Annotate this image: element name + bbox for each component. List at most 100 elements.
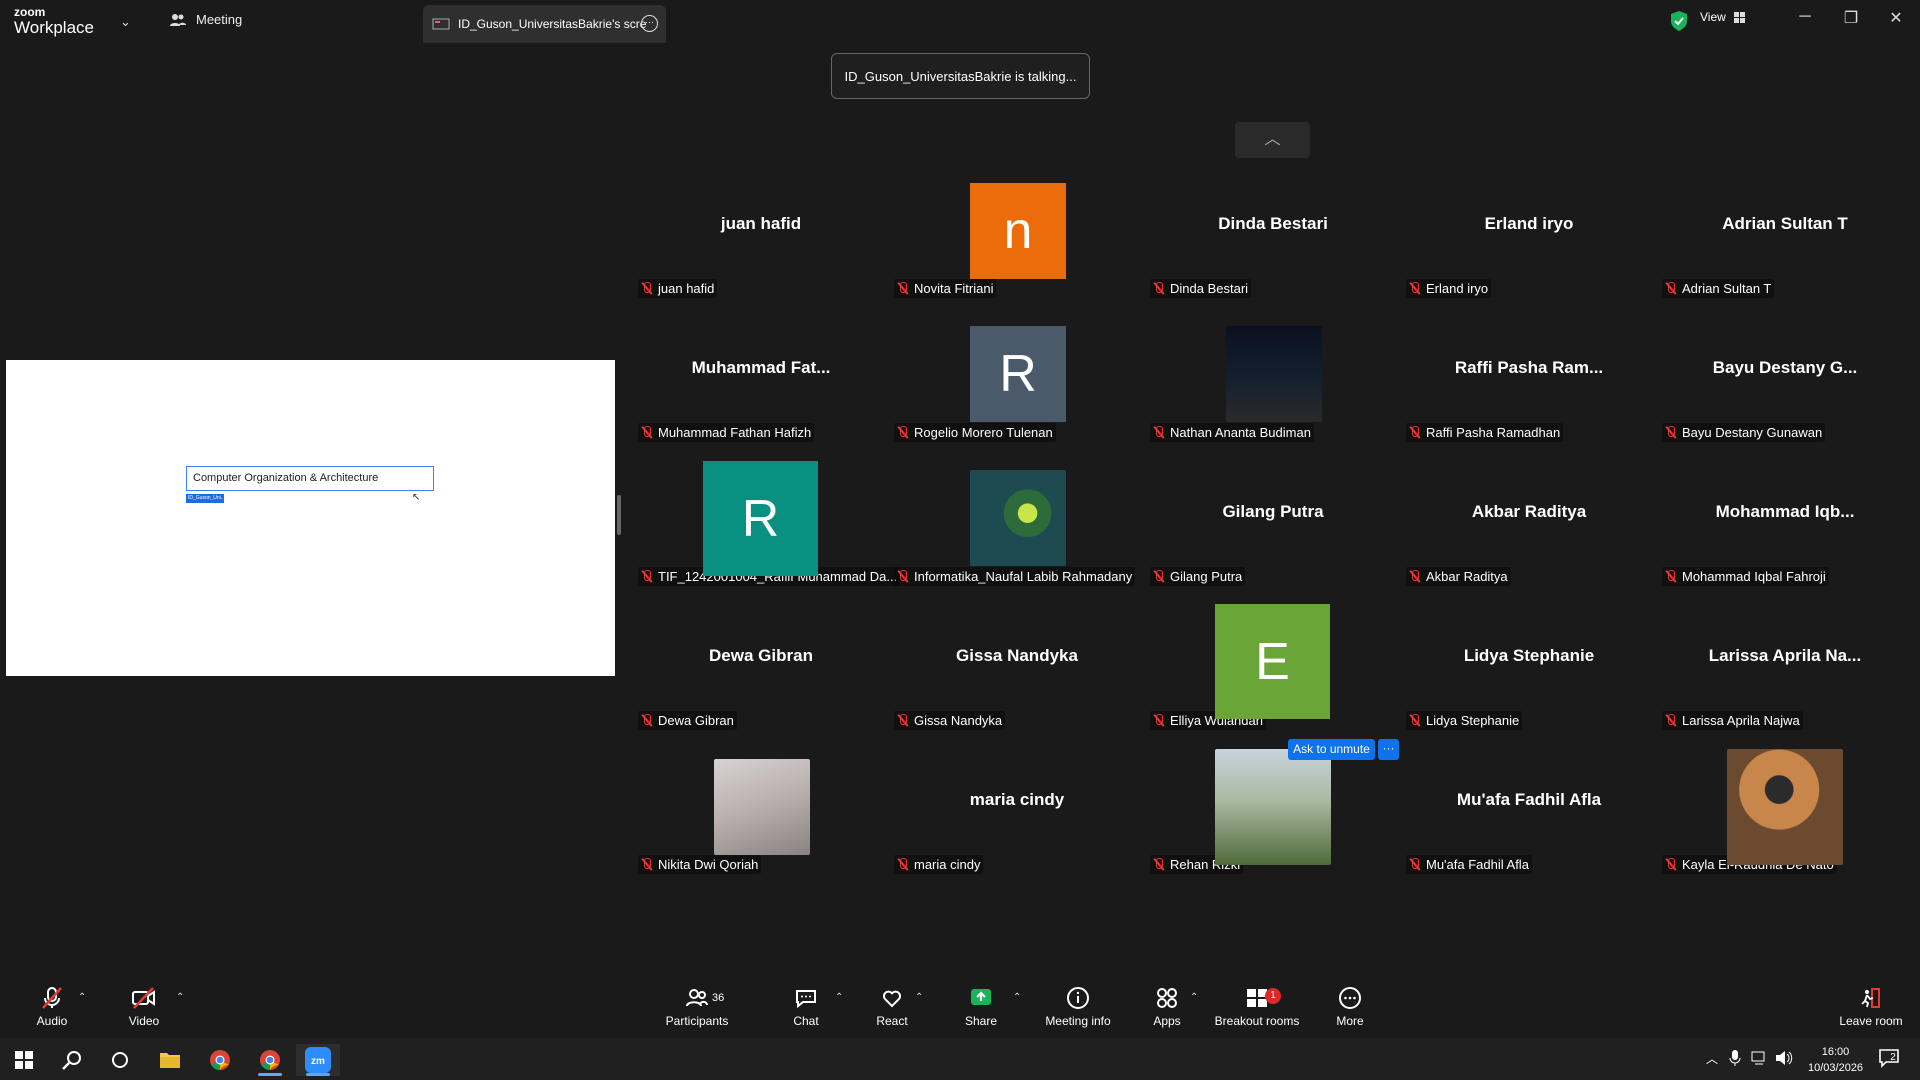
tab-meeting[interactable]: Meeting bbox=[170, 12, 242, 27]
tab-screen-share[interactable]: ID_Guson_UniversitasBakrie's scre ··· bbox=[423, 5, 666, 43]
minimize-icon[interactable]: ─ bbox=[1790, 8, 1820, 26]
chrome-icon[interactable] bbox=[198, 1044, 242, 1076]
react-button[interactable]: React bbox=[847, 986, 937, 1028]
chat-options-caret-icon[interactable]: ⌃ bbox=[835, 992, 843, 1003]
video-label: Video bbox=[128, 1014, 160, 1028]
chrome-profile-icon[interactable] bbox=[248, 1044, 292, 1076]
participants-count: 36 bbox=[712, 992, 725, 1004]
mic-muted-icon bbox=[641, 426, 652, 439]
apps-icon bbox=[1157, 988, 1177, 1008]
more-button[interactable]: More bbox=[1305, 986, 1395, 1028]
more-label: More bbox=[1336, 1014, 1364, 1028]
mic-muted-icon bbox=[1409, 426, 1420, 439]
participant-tile[interactable]: Gissa Nandyka Gissa Nandyka bbox=[892, 592, 1142, 732]
mic-muted-icon bbox=[1153, 570, 1164, 583]
participant-display-name: Gilang Putra bbox=[1222, 502, 1324, 521]
splitter-handle[interactable] bbox=[617, 495, 621, 535]
video-off-icon bbox=[132, 987, 155, 1009]
participant-video-photo bbox=[1215, 749, 1331, 865]
participant-name-label: Bayu Destany Gunawan bbox=[1662, 423, 1826, 442]
participant-display-name: juan hafid bbox=[720, 214, 802, 233]
restore-icon[interactable]: ❐ bbox=[1836, 8, 1866, 28]
mic-muted-icon bbox=[1665, 426, 1676, 439]
participant-tile[interactable]: juan hafid juan hafid bbox=[636, 160, 886, 300]
participant-tile[interactable]: Mu'afa Fadhil Afla Mu'afa Fadhil Afla bbox=[1404, 736, 1654, 876]
participant-tile[interactable]: Larissa Aprila Na... Larissa Aprila Najwa bbox=[1660, 592, 1910, 732]
participant-tile[interactable]: Mohammad Iqb... Mohammad Iqbal Fahroji bbox=[1660, 448, 1910, 588]
meeting-info-button[interactable]: Meeting info bbox=[1033, 986, 1123, 1028]
zoom-workplace-logo[interactable]: zoom Workplace bbox=[14, 6, 124, 38]
title-bar: zoom Workplace ⌄ Meeting ID_Guson_Univer… bbox=[0, 0, 1920, 44]
network-icon[interactable] bbox=[1751, 1051, 1769, 1065]
mic-muted-icon bbox=[897, 714, 908, 727]
breakout-rooms-badge: 1 bbox=[1265, 988, 1281, 1004]
participant-tile[interactable]: Erland iryo Erland iryo bbox=[1404, 160, 1654, 300]
participant-name-text: Muhammad Fathan Hafizh bbox=[658, 425, 812, 440]
video-options-caret-icon[interactable]: ⌃ bbox=[176, 992, 184, 1003]
participant-name-text: Nikita Dwi Qoriah bbox=[658, 857, 759, 872]
tab-screen-share-label: ID_Guson_UniversitasBakrie's scre bbox=[458, 17, 647, 31]
close-icon[interactable]: ✕ bbox=[1881, 8, 1911, 28]
participant-name-label: Larissa Aprila Najwa bbox=[1662, 711, 1803, 730]
mic-muted-icon bbox=[1153, 282, 1164, 295]
participant-display-name: Lidya Stephanie bbox=[1463, 646, 1595, 665]
participants-icon bbox=[170, 13, 186, 26]
participants-button[interactable]: Participants bbox=[652, 986, 742, 1028]
mic-muted-icon bbox=[1153, 714, 1164, 727]
participant-name-label: Adrian Sultan T bbox=[1662, 279, 1775, 298]
react-options-caret-icon[interactable]: ⌃ bbox=[915, 992, 923, 1003]
participant-tile[interactable]: Akbar Raditya Akbar Raditya bbox=[1404, 448, 1654, 588]
task-view-icon[interactable] bbox=[98, 1044, 142, 1076]
show-hidden-icons-icon[interactable]: ︿ bbox=[1706, 1050, 1718, 1067]
participant-display-name: Dewa Gibran bbox=[709, 646, 813, 665]
heart-react-icon bbox=[882, 990, 902, 1008]
shared-screen-view[interactable]: Computer Organization & Architecture ID_… bbox=[6, 360, 615, 676]
breakout-rooms-button[interactable]: Breakout rooms bbox=[1212, 986, 1302, 1028]
encryption-shield-icon[interactable] bbox=[1668, 10, 1690, 32]
share-options-caret-icon[interactable]: ⌃ bbox=[1013, 992, 1021, 1003]
participant-display-name: maria cindy bbox=[969, 790, 1065, 809]
more-icon bbox=[1339, 987, 1361, 1009]
chevron-up-icon[interactable]: ︿ bbox=[1235, 122, 1310, 158]
participant-display-name: Raffi Pasha Ram... bbox=[1454, 358, 1604, 377]
participant-name-text: Mohammad Iqbal Fahroji bbox=[1682, 569, 1826, 584]
microphone-tray-icon[interactable] bbox=[1729, 1050, 1741, 1066]
mic-muted-icon bbox=[897, 282, 908, 295]
participant-tile[interactable]: Dinda Bestari Dinda Bestari bbox=[1148, 160, 1398, 300]
participant-name-text: Gilang Putra bbox=[1170, 569, 1243, 584]
participant-video-photo bbox=[1226, 326, 1322, 422]
participant-tile[interactable]: Adrian Sultan T Adrian Sultan T bbox=[1660, 160, 1910, 300]
participant-tile[interactable]: Lidya Stephanie Lidya Stephanie bbox=[1404, 592, 1654, 732]
view-button[interactable]: View bbox=[1700, 10, 1745, 24]
zoom-taskbar-icon[interactable]: zm bbox=[296, 1044, 340, 1076]
participant-tile[interactable]: Muhammad Fat... Muhammad Fathan Hafizh bbox=[636, 304, 886, 444]
system-clock[interactable]: 16:00 10/03/2026 bbox=[1808, 1044, 1863, 1076]
participant-tile[interactable]: Dewa Gibran Dewa Gibran bbox=[636, 592, 886, 732]
participant-tile[interactable]: Raffi Pasha Ram... Raffi Pasha Ramadhan bbox=[1404, 304, 1654, 444]
clock-time: 16:00 bbox=[1821, 1046, 1850, 1058]
more-options-icon[interactable]: ··· bbox=[641, 15, 658, 32]
participant-display-name: Erland iryo bbox=[1484, 214, 1574, 233]
chevron-down-icon[interactable]: ⌄ bbox=[120, 14, 131, 30]
file-explorer-icon[interactable] bbox=[148, 1044, 192, 1076]
audio-options-caret-icon[interactable]: ⌃ bbox=[78, 992, 86, 1003]
ask-to-unmute-button[interactable]: Ask to unmute bbox=[1288, 739, 1375, 760]
active-speaker-text: ID_Guson_UniversitasBakrie is talking... bbox=[844, 68, 1077, 84]
participant-tile[interactable]: maria cindy maria cindy bbox=[892, 736, 1142, 876]
notifications-button[interactable]: 2 bbox=[1878, 1048, 1900, 1068]
windows-start-icon[interactable] bbox=[2, 1044, 46, 1076]
participant-avatar: R bbox=[970, 326, 1066, 422]
participant-name-label: Dinda Bestari bbox=[1150, 279, 1252, 298]
participant-tile[interactable]: Bayu Destany G... Bayu Destany Gunawan bbox=[1660, 304, 1910, 444]
participant-tile[interactable]: Gilang Putra Gilang Putra bbox=[1148, 448, 1398, 588]
collaborator-tag: ID_Guson_Uni... bbox=[186, 494, 225, 503]
mic-muted-icon bbox=[1409, 858, 1420, 871]
apps-button[interactable]: Apps bbox=[1122, 986, 1212, 1028]
participant-name-text: Dewa Gibran bbox=[658, 713, 734, 728]
leave-room-button[interactable]: Leave room bbox=[1826, 986, 1916, 1028]
participant-more-button[interactable]: ··· bbox=[1378, 739, 1399, 760]
search-icon[interactable] bbox=[50, 1044, 94, 1076]
mouse-cursor-icon: ↖ bbox=[412, 492, 421, 503]
volume-icon[interactable] bbox=[1775, 1050, 1793, 1066]
apps-options-caret-icon[interactable]: ⌃ bbox=[1190, 992, 1198, 1003]
